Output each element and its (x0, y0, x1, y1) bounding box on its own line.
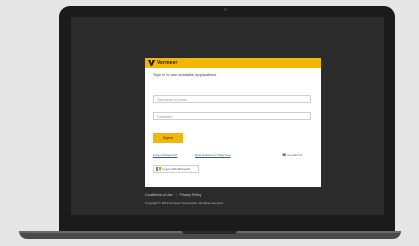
forgot-password-link[interactable]: Forgot Password? (153, 153, 177, 157)
contact-us-link[interactable]: ☎ Contact Us (282, 153, 302, 157)
footer-links: Conditions of Use | Privacy Policy (145, 193, 201, 197)
laptop-notch (182, 231, 237, 234)
sign-in-heading: Sign in to use available applications (153, 72, 217, 77)
username-field[interactable]: Username or email (153, 95, 311, 103)
new-customer-link[interactable]: New Customer? Click here (195, 153, 231, 157)
terms-link[interactable]: Conditions of Use (145, 193, 173, 197)
microsoft-login-button[interactable]: Log in with Microsoft (153, 165, 199, 173)
password-field[interactable]: Password (153, 112, 311, 120)
vermeer-logo: Vermeer (148, 59, 177, 67)
privacy-link[interactable]: Privacy Policy (180, 193, 202, 197)
card-header: Vermeer (145, 58, 321, 68)
vermeer-logo-icon (148, 60, 155, 66)
phone-icon: ☎ (282, 153, 287, 157)
login-card: Vermeer Sign in to use available applica… (145, 58, 321, 187)
footer-separator: | (175, 193, 177, 197)
logo-text: Vermeer (157, 60, 178, 66)
camera-icon (224, 8, 227, 11)
sign-in-button[interactable]: Sign in (153, 133, 183, 143)
microsoft-logo-icon (156, 166, 161, 172)
copyright-text: Copyright © 2019 Vermeer Corporation. Al… (145, 201, 224, 205)
microsoft-login-label: Log in with Microsoft (162, 167, 190, 171)
contact-us-label: Contact Us (287, 153, 303, 157)
